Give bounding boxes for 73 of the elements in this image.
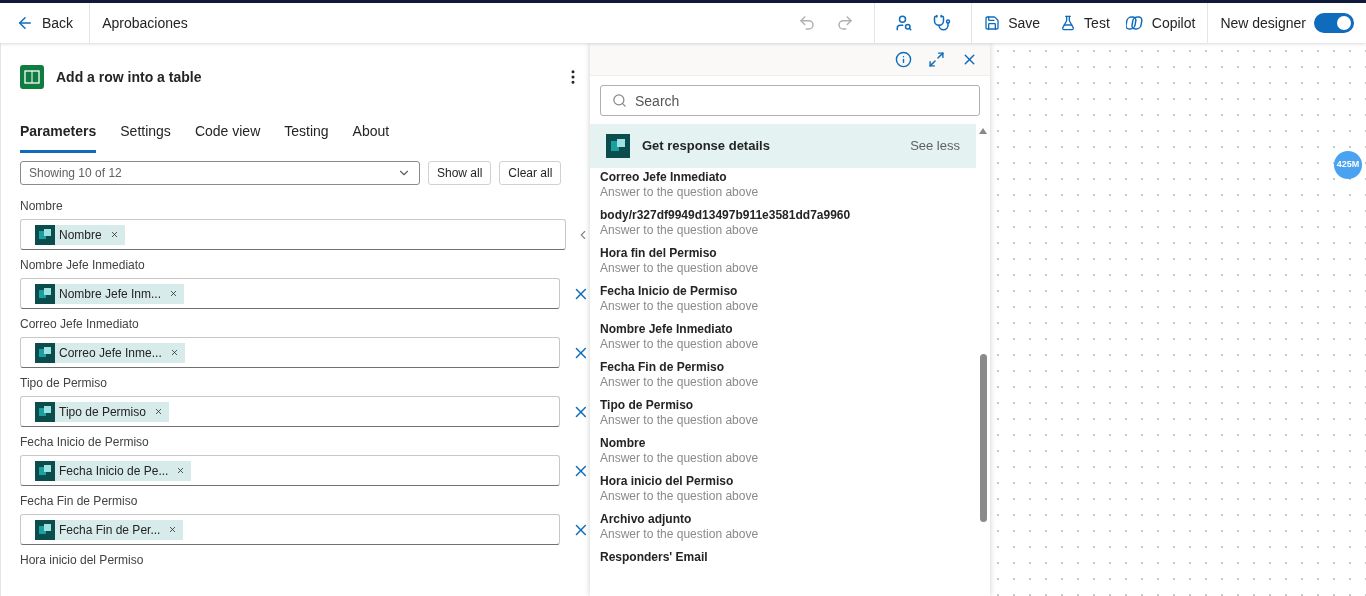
token-chip[interactable]: Nombre Jefe Inm...	[35, 283, 185, 304]
dynamic-content-item[interactable]: Fecha Fin de Permiso Answer to the question above	[600, 360, 976, 390]
copilot-icon	[1125, 14, 1144, 32]
field-label: Nombre Jefe Inmediato	[20, 257, 146, 274]
forms-token-icon	[35, 460, 55, 481]
remove-icon[interactable]	[176, 466, 186, 475]
token-chip[interactable]: Fecha Fin de Per...	[35, 519, 184, 540]
dynamic-content-item[interactable]: Responders' Email	[600, 550, 976, 565]
input-field[interactable]: Tipo de Permiso	[20, 396, 561, 427]
forms-token-icon	[35, 283, 55, 304]
field-label: Hora inicio del Permiso	[20, 552, 145, 569]
new-designer-label: New designer	[1219, 13, 1307, 33]
input-field[interactable]: Correo Jefe Inme...	[20, 337, 561, 368]
see-less-link[interactable]: See less	[910, 136, 960, 156]
group-header[interactable]: Get response details See less	[590, 124, 976, 168]
dynamic-content-item[interactable]: Tipo de Permiso Answer to the question above	[600, 398, 976, 428]
field-label: Tipo de Permiso	[20, 375, 108, 392]
tab[interactable]: Parameters	[20, 121, 97, 153]
input-field[interactable]: Fecha Inicio de Pe...	[20, 455, 561, 486]
remove-icon[interactable]	[169, 289, 179, 298]
save-icon	[984, 15, 1001, 31]
token-chip[interactable]: Fecha Inicio de Pe...	[35, 460, 192, 481]
dynamic-content-item[interactable]: Hora fin del Permiso Answer to the question above	[600, 246, 976, 276]
input-field[interactable]: Nombre Jefe Inm...	[20, 278, 561, 309]
scrollbar-thumb[interactable]	[979, 354, 987, 522]
dynamic-content-item[interactable]: Fecha Inicio de Permiso Answer to the question above	[600, 284, 976, 314]
tab[interactable]: Testing	[284, 121, 329, 153]
filter-dropdown[interactable]: Showing 10 of 12	[20, 161, 420, 185]
status-badge: 425M	[1334, 151, 1362, 179]
excel-icon	[20, 65, 44, 89]
save-button[interactable]: Save	[972, 12, 1053, 34]
tab[interactable]: Code view	[194, 121, 261, 153]
info-icon[interactable]	[895, 50, 912, 68]
forms-token-icon	[35, 519, 55, 540]
assistant-icon[interactable]	[895, 14, 914, 32]
remove-icon[interactable]	[109, 230, 119, 239]
forms-app-icon	[606, 134, 630, 158]
field-label: Correo Jefe Inmediato	[20, 316, 140, 333]
scroll-up-icon[interactable]	[979, 128, 987, 134]
show-all-button[interactable]: Show all	[428, 161, 492, 185]
search-icon	[612, 93, 627, 108]
expand-icon[interactable]	[928, 50, 945, 68]
new-designer-toggle[interactable]	[1314, 13, 1354, 33]
forms-token-icon	[35, 342, 55, 363]
test-button[interactable]: Test	[1052, 12, 1118, 34]
dynamic-content-item[interactable]: Hora inicio del Permiso Answer to the question above	[600, 474, 976, 504]
token-chip[interactable]: Nombre	[35, 224, 125, 245]
field-label: Fecha Fin de Permiso	[20, 493, 139, 510]
stethoscope-icon[interactable]	[933, 14, 952, 32]
remove-icon[interactable]	[168, 525, 178, 534]
search-field[interactable]: Search	[600, 85, 980, 116]
action-title: Add a row into a table	[56, 67, 202, 87]
forms-token-icon	[35, 401, 55, 422]
input-field[interactable]: Fecha Fin de Per...	[20, 514, 561, 545]
remove-icon[interactable]	[169, 348, 179, 357]
dynamic-content-item[interactable]: Nombre Answer to the question above	[600, 436, 976, 466]
dynamic-content-item[interactable]: Correo Jefe Inmediato Answer to the question above	[600, 170, 976, 200]
dynamic-content-item[interactable]: Nombre Jefe Inmediato Answer to the question above	[600, 322, 976, 352]
clear-all-button[interactable]: Clear all	[499, 161, 562, 185]
forms-token-icon	[35, 224, 55, 245]
dynamic-content-item[interactable]: Archivo adjunto Answer to the question above	[600, 512, 976, 542]
field-label: Nombre	[20, 198, 64, 215]
group-title: Get response details	[642, 137, 771, 156]
flask-icon	[1060, 15, 1077, 31]
tab[interactable]: Settings	[120, 121, 171, 153]
tab[interactable]: About	[352, 121, 390, 153]
token-chip[interactable]: Correo Jefe Inme...	[35, 342, 185, 363]
field-label: Fecha Inicio de Permiso	[20, 434, 150, 451]
input-field[interactable]: Nombre	[20, 219, 567, 250]
flow-name: Aprobaciones	[101, 13, 189, 33]
dynamic-content-item[interactable]: body/r327df9949d13497b911e3581dd7a9960 Answer to the question above	[600, 208, 976, 238]
remove-icon[interactable]	[153, 407, 163, 416]
token-chip[interactable]: Tipo de Permiso	[35, 401, 169, 422]
